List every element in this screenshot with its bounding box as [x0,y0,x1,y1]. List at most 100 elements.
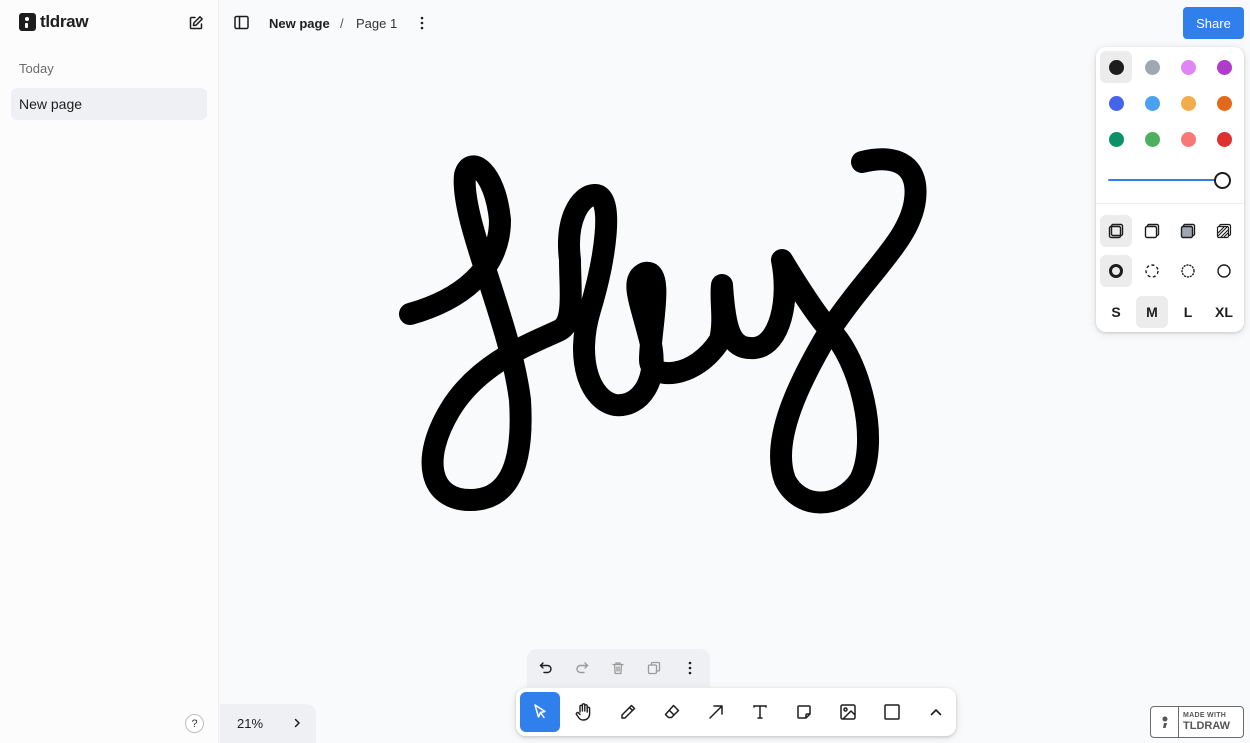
more-actions-button[interactable] [679,657,701,679]
color-dot [1108,59,1124,75]
hand-icon [575,703,591,721]
fill-semi-button[interactable] [1136,215,1168,247]
color-dot [1144,59,1160,75]
tool-rectangle[interactable] [872,692,912,732]
dash-dotted-button[interactable] [1172,255,1204,287]
opacity-slider-track[interactable] [1108,179,1220,181]
sidebar: tldraw Today New page ? [0,0,219,743]
tool-hand[interactable] [564,692,604,732]
tool-select[interactable] [520,692,560,732]
edit-icon [189,16,203,30]
size-label: M [1146,304,1158,320]
panel-divider [1096,203,1244,204]
trash-icon [612,662,624,675]
size-l-button[interactable]: L [1172,296,1204,328]
share-button[interactable]: Share [1183,7,1244,39]
tldraw-logo-icon [1151,707,1179,737]
help-button[interactable]: ? [185,714,204,733]
tool-draw[interactable] [608,692,648,732]
minimap-toggle-button[interactable] [288,714,306,732]
undo-button[interactable] [535,657,557,679]
brand-logo[interactable]: tldraw [19,12,89,32]
chevron-up-icon [930,709,942,716]
size-label: S [1111,304,1121,320]
image-icon [840,704,856,720]
color-dot [1180,59,1196,75]
more-vertical-icon [420,16,424,30]
watermark-line1: MADE WITH [1183,712,1227,719]
sidebar-item-new-page[interactable]: New page [11,88,207,120]
sidebar-toggle-button[interactable] [233,14,250,31]
color-swatch-orange[interactable] [1208,87,1240,119]
color-swatch-light-green[interactable] [1136,123,1168,155]
brand-name: tldraw [40,12,89,31]
duplicate-button[interactable] [643,657,665,679]
more-vertical-icon [688,661,692,675]
rectangle-icon [884,704,900,720]
color-swatch-light-blue[interactable] [1136,87,1168,119]
fill-pattern-icon [1216,223,1232,239]
new-document-button[interactable] [186,13,206,33]
tool-eraser[interactable] [652,692,692,732]
chevron-right-icon [294,718,300,728]
color-swatch-blue[interactable] [1100,87,1132,119]
page-menu-current[interactable]: Page 1 [356,16,397,31]
color-swatch-red[interactable] [1208,123,1240,155]
zoom-menu[interactable]: 21% [220,704,316,743]
dash-draw-icon [1109,264,1123,278]
dash-dashed-icon [1145,264,1159,278]
section-label-today: Today [19,61,54,76]
text-icon [753,705,767,719]
duplicate-icon [647,661,661,675]
size-s-button[interactable]: S [1100,296,1132,328]
fill-solid-button[interactable] [1172,215,1204,247]
dash-draw-button[interactable] [1100,255,1132,287]
color-dot [1216,131,1232,147]
page-title[interactable]: New page [269,16,330,31]
size-label: L [1183,304,1193,320]
help-label: ? [191,717,198,730]
cursor-icon [534,704,546,719]
dash-solid-button[interactable] [1208,255,1240,287]
color-dot [1108,131,1124,147]
color-dot [1108,95,1124,111]
color-swatch-yellow[interactable] [1172,87,1204,119]
color-dot [1216,59,1232,75]
made-with-tldraw-badge[interactable]: MADE WITH TLDRAW [1150,706,1244,738]
tool-arrow[interactable] [696,692,736,732]
redo-icon [576,662,589,674]
hand-drawn-stroke[interactable] [399,148,927,514]
tool-more[interactable] [916,692,956,732]
color-swatch-violet[interactable] [1208,51,1240,83]
fill-none-icon [1108,223,1124,239]
tldraw-logo-icon [19,13,36,31]
watermark-text: MADE WITH TLDRAW [1179,707,1243,737]
color-swatch-light-red[interactable] [1172,123,1204,155]
color-dot [1216,95,1232,111]
zoom-level[interactable]: 21% [237,716,263,731]
delete-button[interactable] [607,657,629,679]
pencil-icon [621,704,636,719]
tool-asset[interactable] [828,692,868,732]
fill-solid-icon [1180,223,1196,239]
eraser-icon [664,704,680,719]
color-dot [1144,95,1160,111]
color-swatch-green[interactable] [1100,123,1132,155]
color-swatch-grey[interactable] [1136,51,1168,83]
tool-text[interactable] [740,692,780,732]
fill-pattern-button[interactable] [1208,215,1240,247]
action-bar [527,649,710,687]
color-swatch-black[interactable] [1100,51,1132,83]
size-m-button[interactable]: M [1136,296,1168,328]
tool-note[interactable] [784,692,824,732]
color-dot [1180,95,1196,111]
color-swatch-light-violet[interactable] [1172,51,1204,83]
dash-dashed-button[interactable] [1136,255,1168,287]
redo-button[interactable] [571,657,593,679]
page-menu-button[interactable] [412,13,432,33]
size-xl-button[interactable]: XL [1208,296,1240,328]
fill-none-button[interactable] [1100,215,1132,247]
opacity-slider-thumb[interactable] [1214,172,1231,189]
fill-semi-icon [1144,223,1160,239]
sidebar-icon [234,15,249,30]
